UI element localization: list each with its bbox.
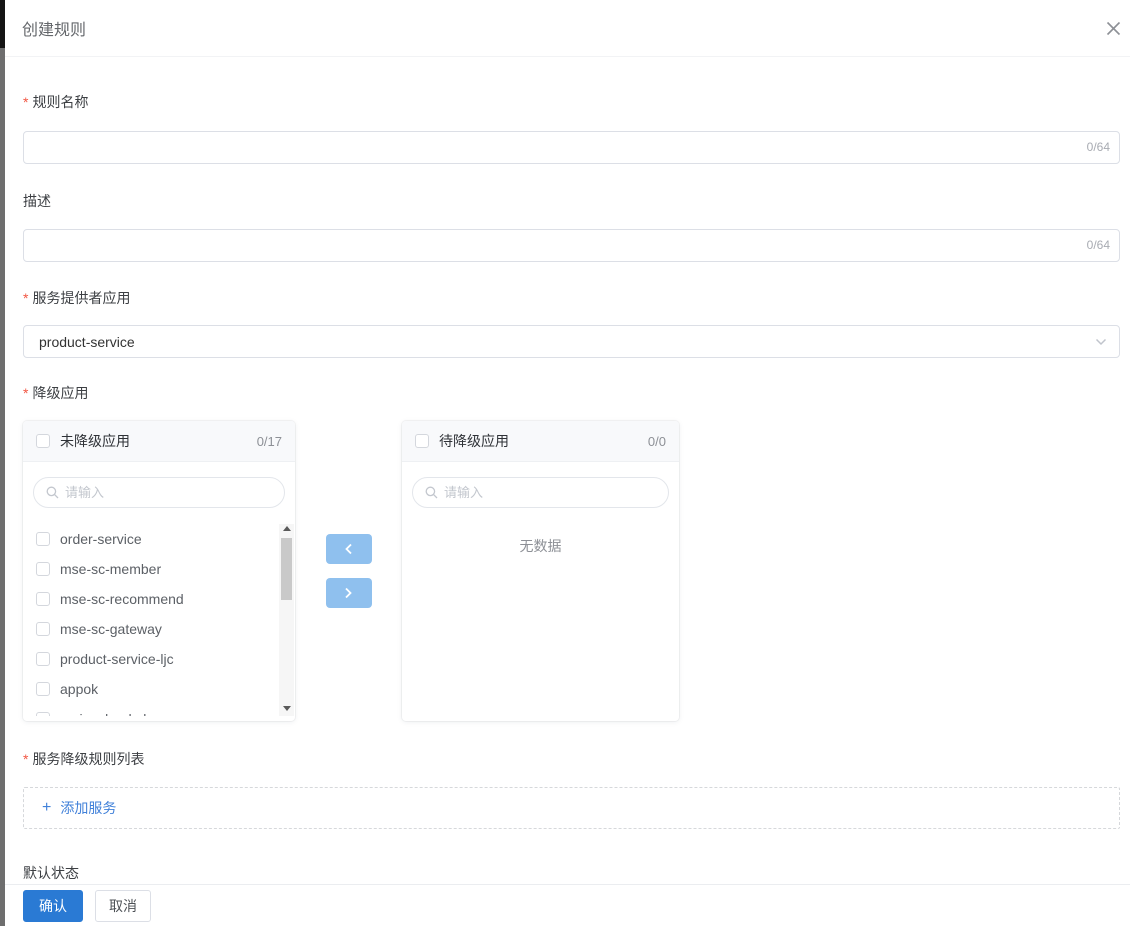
close-button[interactable] <box>1102 17 1124 39</box>
transfer-source-body: order-service mse-sc-member mse-sc-recom… <box>23 477 295 736</box>
item-checkbox[interactable] <box>36 562 50 576</box>
list-item[interactable]: springcloud-xby <box>23 704 295 716</box>
plus-icon: + <box>42 799 52 816</box>
default-status-label-text: 默认状态 <box>23 865 79 881</box>
required-mark: * <box>23 290 29 306</box>
transfer-target-body: 无数据 <box>402 477 679 736</box>
transfer-target-header: 待降级应用 0/0 <box>402 421 679 462</box>
list-item[interactable]: mse-sc-member <box>23 554 295 584</box>
item-label: springcloud-xby <box>60 711 158 716</box>
description-label: 描述 <box>23 191 1120 211</box>
source-search-input[interactable] <box>65 485 272 500</box>
list-item[interactable]: appok <box>23 674 295 704</box>
item-checkbox[interactable] <box>36 622 50 636</box>
transfer-source-panel: 未降级应用 0/17 请输入 order-service mse-sc-memb… <box>23 421 295 721</box>
rule-name-input[interactable] <box>23 131 1120 164</box>
provider-app-selected-value: product-service <box>39 333 135 350</box>
item-checkbox[interactable] <box>36 592 50 606</box>
provider-app-select[interactable]: product-service <box>23 325 1120 358</box>
list-item[interactable]: mse-sc-recommend <box>23 584 295 614</box>
transfer-target-panel: 待降级应用 0/0 无数据 <box>402 421 679 721</box>
degrade-app-transfer: 未降级应用 0/17 请输入 order-service mse-sc-memb… <box>23 421 1120 721</box>
scrollbar-thumb[interactable] <box>281 538 292 600</box>
item-checkbox[interactable] <box>36 682 50 696</box>
target-search-input[interactable] <box>444 485 656 500</box>
add-service-button[interactable]: + 添加服务 <box>42 798 116 818</box>
select-all-target-checkbox[interactable] <box>415 434 429 448</box>
source-list-scrollbar[interactable] <box>279 524 294 716</box>
select-all-source-checkbox[interactable] <box>36 434 50 448</box>
dialog-body: * 规则名称 0/64 描述 0/64 * 服务提供者应用 product-se <box>5 57 1130 884</box>
item-label: mse-sc-gateway <box>60 621 162 637</box>
description-counter: 0/64 <box>1086 238 1110 252</box>
list-item[interactable]: product-service-ljc <box>23 644 295 674</box>
transfer-source-header: 未降级应用 0/17 <box>23 421 295 462</box>
screen: 创建规则 * 规则名称 0/64 描述 0/64 * 服务提供者应用 produ… <box>0 0 1130 926</box>
degrade-app-label: * 降级应用 <box>23 383 1120 403</box>
item-label: mse-sc-member <box>60 561 162 577</box>
item-label: product-service-ljc <box>60 651 174 667</box>
rule-list-label: * 服务降级规则列表 <box>23 749 1120 769</box>
description-label-text: 描述 <box>23 193 51 209</box>
empty-data-text: 无数据 <box>519 538 562 554</box>
close-icon <box>1106 21 1120 35</box>
transfer-target-title: 待降级应用 <box>439 433 509 449</box>
transfer-controls <box>295 421 402 721</box>
item-label: order-service <box>60 531 142 547</box>
transfer-source-counter: 0/17 <box>256 433 282 449</box>
source-search-box <box>33 477 285 508</box>
required-mark: * <box>23 94 29 110</box>
provider-app-label: * 服务提供者应用 <box>23 288 1120 308</box>
scroll-up-arrow-icon[interactable] <box>279 524 294 536</box>
target-search-box <box>412 477 669 508</box>
rule-name-label-text: 规则名称 <box>32 94 89 110</box>
chevron-left-icon <box>345 543 352 555</box>
dialog-title: 创建规则 <box>22 22 87 39</box>
search-icon <box>425 486 438 499</box>
search-icon <box>46 486 59 499</box>
item-label: mse-sc-recommend <box>60 591 184 607</box>
item-checkbox[interactable] <box>36 712 50 716</box>
default-status-label: 默认状态 <box>23 863 1120 883</box>
chevron-down-icon <box>1095 338 1107 345</box>
source-app-list: order-service mse-sc-member mse-sc-recom… <box>23 524 295 716</box>
required-mark: * <box>23 385 29 401</box>
move-right-button[interactable] <box>325 578 372 608</box>
rule-name-label: * 规则名称 <box>23 92 1120 112</box>
provider-app-label-text: 服务提供者应用 <box>32 290 131 306</box>
transfer-source-title: 未降级应用 <box>60 433 130 449</box>
item-label: appok <box>60 681 99 697</box>
item-checkbox[interactable] <box>36 532 50 546</box>
create-rule-dialog: 创建规则 * 规则名称 0/64 描述 0/64 * 服务提供者应用 produ… <box>5 0 1130 926</box>
transfer-target-counter: 0/0 <box>647 433 666 449</box>
dialog-footer: 确认 取消 <box>5 884 1130 926</box>
add-service-area[interactable]: + 添加服务 <box>23 787 1120 829</box>
rule-list-label-text: 服务降级规则列表 <box>32 751 145 767</box>
scroll-down-arrow-icon[interactable] <box>279 701 294 716</box>
list-item[interactable]: mse-sc-gateway <box>23 614 295 644</box>
rule-name-input-wrap: 0/64 <box>23 131 1120 164</box>
cancel-button[interactable]: 取消 <box>95 889 151 922</box>
confirm-button[interactable]: 确认 <box>23 889 83 922</box>
description-input-wrap: 0/64 <box>23 229 1120 262</box>
chevron-right-icon <box>345 587 352 599</box>
dialog-header: 创建规则 <box>5 0 1130 57</box>
list-item[interactable]: order-service <box>23 524 295 554</box>
degrade-app-label-text: 降级应用 <box>32 385 89 401</box>
rule-name-counter: 0/64 <box>1086 140 1110 154</box>
description-input[interactable] <box>23 229 1120 262</box>
add-service-label: 添加服务 <box>60 800 117 816</box>
item-checkbox[interactable] <box>36 652 50 666</box>
move-left-button[interactable] <box>325 534 372 564</box>
required-mark: * <box>23 751 29 767</box>
